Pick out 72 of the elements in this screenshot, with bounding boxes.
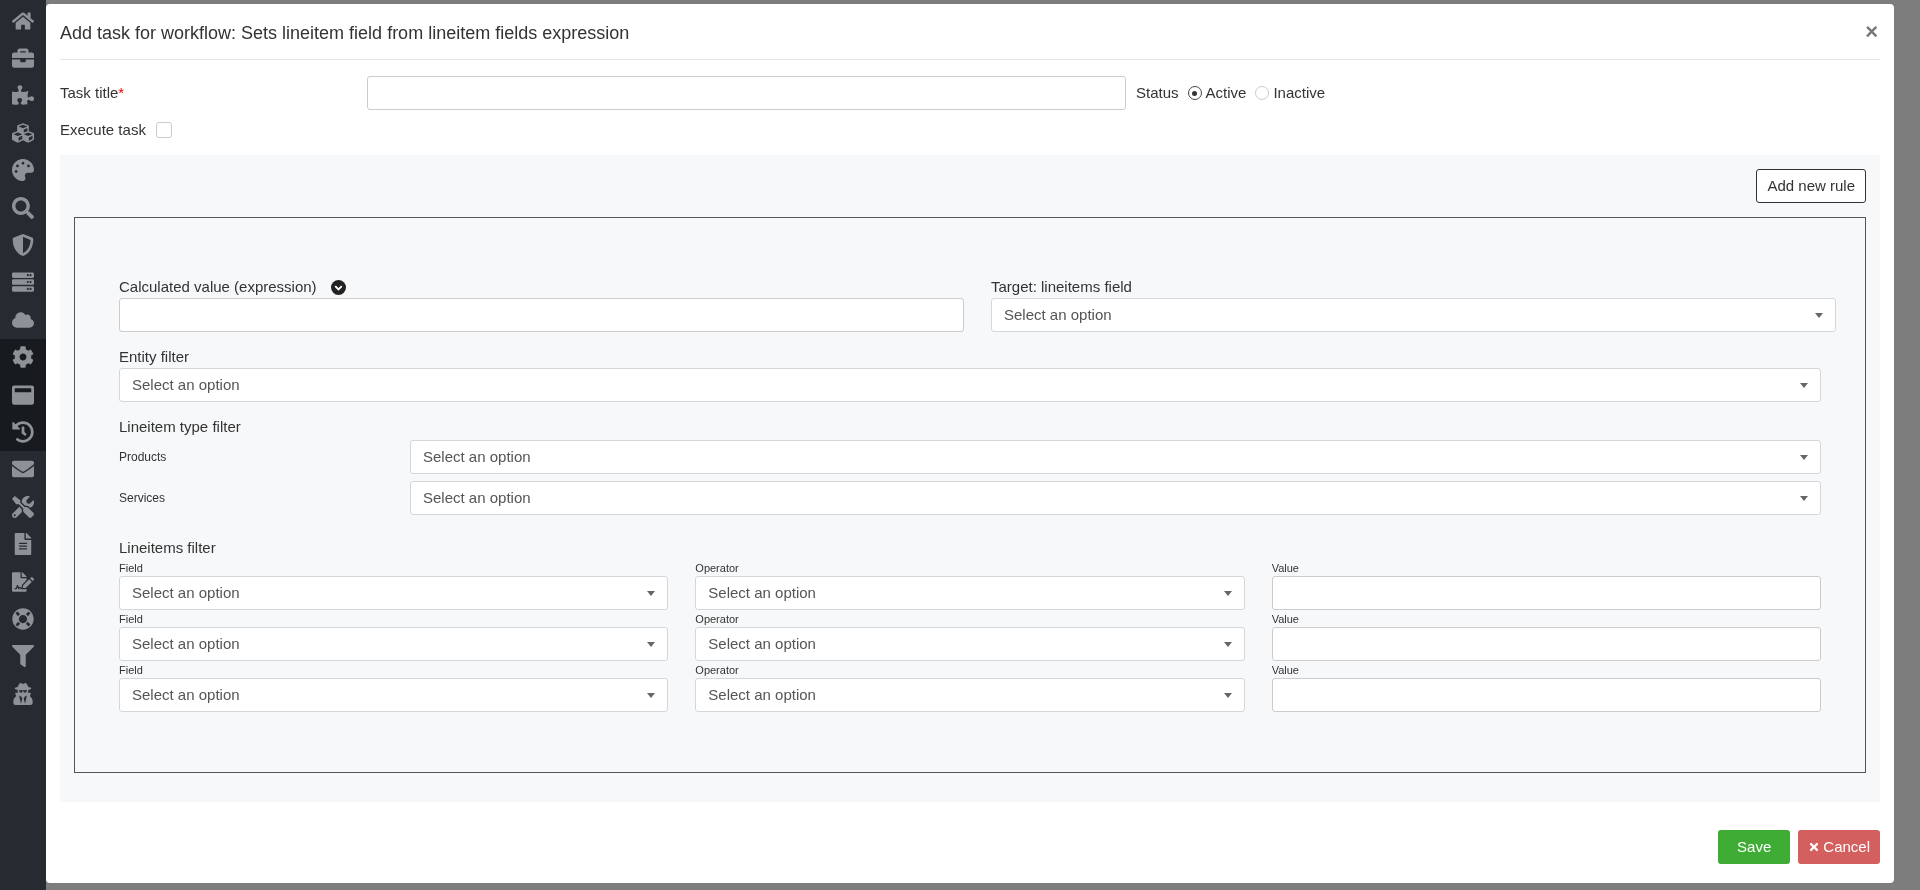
caret-icon	[1800, 382, 1808, 388]
add-rule-button[interactable]: Add new rule	[1756, 169, 1866, 203]
field-label: Field	[119, 663, 143, 678]
select-field[interactable]: Select an option	[695, 678, 1245, 712]
caret-icon	[647, 692, 656, 698]
close-icon	[1808, 841, 1821, 853]
select-field[interactable]: Select an option	[119, 627, 669, 661]
settings-icon	[12, 346, 34, 369]
input-field[interactable]	[1271, 576, 1821, 610]
field-label: Calculated value (expression)	[119, 276, 317, 297]
cubes-icon	[12, 121, 34, 144]
select-field[interactable]: Select an option	[119, 368, 1821, 402]
field-label: Operator	[695, 663, 739, 678]
field-label: Services	[119, 490, 166, 507]
lifebuoy-icon	[12, 607, 34, 630]
input-field[interactable]	[119, 298, 964, 332]
select-field[interactable]: Select an option	[410, 440, 1821, 474]
field-label: Task title*	[60, 82, 126, 103]
field-label: Target: lineitems field	[991, 276, 1132, 297]
field-label: Value	[1271, 561, 1299, 576]
dialog-title: Add task for workflow: Sets lineitem field from lineitem fields expression	[60, 22, 630, 45]
input-field[interactable]	[367, 76, 1126, 110]
history-icon	[12, 421, 34, 443]
close-button[interactable]: ×	[1865, 20, 1878, 43]
caret-icon	[1223, 590, 1232, 596]
input-field[interactable]	[1271, 678, 1821, 712]
palette-icon	[12, 159, 34, 182]
puzzle-icon	[12, 84, 34, 107]
field-label: Operator	[695, 561, 739, 576]
field-label: Execute task	[60, 119, 146, 140]
field-label: Value	[1271, 663, 1299, 678]
radio-option[interactable]: Inactive	[1255, 81, 1326, 105]
select-field[interactable]: Select an option	[410, 481, 1821, 515]
tools-icon	[12, 495, 34, 518]
caret-icon	[1223, 692, 1232, 698]
signed-document-icon	[12, 570, 34, 593]
select-field[interactable]: Select an option	[119, 576, 669, 610]
field-label: Field	[119, 612, 143, 627]
filter-icon	[12, 645, 34, 668]
window-icon	[12, 383, 34, 406]
field-label: Operator	[695, 612, 739, 627]
server-icon	[12, 271, 34, 294]
select-field[interactable]: Select an option	[119, 678, 669, 712]
select-field[interactable]: Select an option	[695, 627, 1245, 661]
select-field[interactable]: Select an option	[991, 298, 1836, 332]
field-label: Value	[1271, 612, 1299, 627]
caret-icon	[647, 590, 656, 596]
user-icon	[12, 682, 34, 705]
document-icon	[12, 533, 34, 556]
section-heading: Lineitems filter	[119, 537, 216, 558]
sidebar-item[interactable]	[0, 413, 46, 451]
field-label: Entity filter	[119, 346, 190, 367]
house-icon	[12, 9, 34, 32]
select-field[interactable]: Select an option	[695, 576, 1245, 610]
radio-option[interactable]: Active	[1187, 81, 1247, 105]
caret-icon	[647, 641, 656, 647]
section-heading: Lineitem type filter	[119, 416, 241, 437]
caret-icon	[1800, 454, 1808, 460]
checkbox[interactable]	[155, 122, 172, 138]
cancel-button[interactable]: Cancel	[1798, 830, 1880, 864]
shield-icon	[12, 234, 34, 257]
field-label: Field	[119, 561, 143, 576]
chevron-down-icon[interactable]	[330, 279, 346, 295]
search-icon	[12, 196, 34, 219]
input-field[interactable]	[1271, 627, 1821, 661]
caret-icon	[1223, 641, 1232, 647]
caret-icon	[1815, 312, 1823, 318]
field-label: Products	[119, 449, 168, 466]
field-label: Status	[1136, 82, 1179, 103]
sidebar-item[interactable]	[0, 338, 46, 376]
briefcase-icon	[12, 47, 34, 70]
caret-icon	[1800, 495, 1808, 501]
